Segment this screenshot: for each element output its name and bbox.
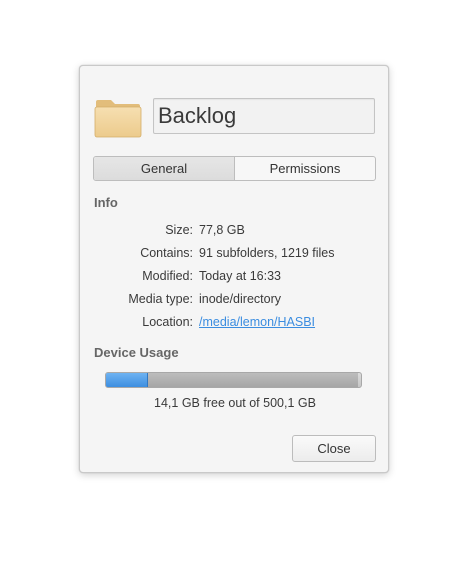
info-row-contains: Contains: 91 subfolders, 1219 files [80,246,390,264]
tab-general[interactable]: General [94,157,235,180]
device-usage-section-title: Device Usage [94,345,179,360]
info-value: inode/directory [199,292,281,306]
info-row-size: Size: 77,8 GB [80,223,390,241]
info-label: Location: [142,315,193,329]
info-row-modified: Modified: Today at 16:33 [80,269,390,287]
file-name-field[interactable] [153,98,375,134]
info-value: 91 subfolders, 1219 files [199,246,335,260]
tab-permissions[interactable]: Permissions [235,157,375,180]
info-section-title: Info [94,195,118,210]
device-usage-summary: 14,1 GB free out of 500,1 GB [154,396,316,410]
info-label: Size: [165,223,193,237]
info-label: Media type: [128,292,193,306]
tab-bar: General Permissions [93,156,376,181]
close-button[interactable]: Close [292,435,376,462]
location-link[interactable]: /media/lemon/HASBI [199,315,315,329]
info-label: Contains: [140,246,193,260]
folder-icon [94,100,142,138]
info-row-location: Location: /media/lemon/HASBI [80,315,390,333]
usage-highlight-segment [106,373,148,387]
properties-dialog: General Permissions Info Size: 77,8 GB C… [79,65,389,473]
info-row-media-type: Media type: inode/directory [80,292,390,310]
info-label: Modified: [142,269,193,283]
device-usage-bar [105,372,362,388]
info-value: Today at 16:33 [199,269,282,283]
info-value: 77,8 GB [199,223,245,237]
